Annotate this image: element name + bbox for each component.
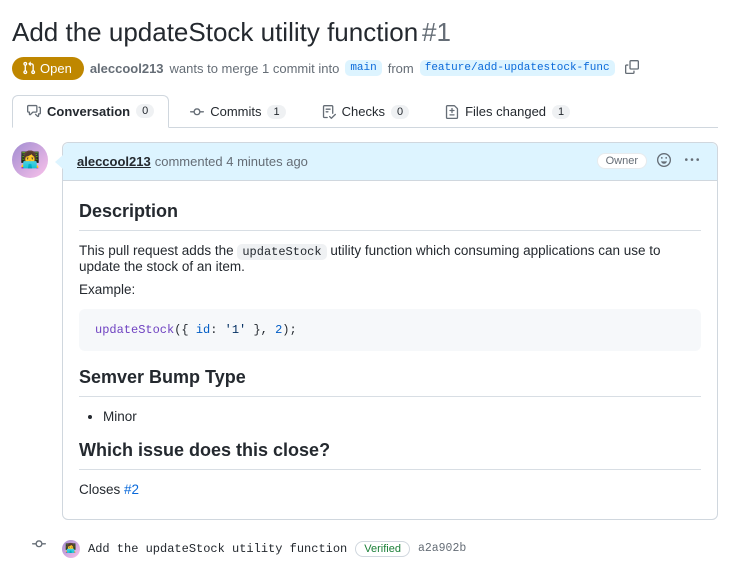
git-pull-request-icon bbox=[22, 61, 36, 75]
code-example: updateStock({ id: '1' }, 2); bbox=[79, 309, 701, 351]
tab-bar: Conversation 0 Commits 1 Checks 0 Files … bbox=[12, 94, 718, 128]
comment-body: Description This pull request adds the u… bbox=[63, 181, 717, 519]
semver-list: Minor bbox=[103, 409, 701, 424]
tab-label: Files changed bbox=[465, 104, 546, 119]
file-diff-icon bbox=[445, 105, 459, 119]
comment-card: aleccool213 commented 4 minutes ago Owne… bbox=[62, 142, 718, 520]
list-item: Minor bbox=[103, 409, 701, 424]
closes-issue-link[interactable]: #2 bbox=[124, 482, 139, 497]
git-commit-icon bbox=[190, 105, 204, 119]
merge-text-from: from bbox=[388, 61, 414, 76]
tab-files-changed[interactable]: Files changed 1 bbox=[430, 95, 585, 128]
comment-time: commented 4 minutes ago bbox=[155, 154, 308, 169]
pr-number: #1 bbox=[422, 17, 451, 47]
tab-count: 0 bbox=[136, 104, 154, 118]
tab-count: 0 bbox=[391, 105, 409, 119]
avatar[interactable]: 👩‍💻 bbox=[12, 142, 48, 178]
pr-title: Add the updateStock utility function bbox=[12, 17, 418, 47]
section-heading-issue: Which issue does this close? bbox=[79, 440, 701, 470]
add-reaction-icon[interactable] bbox=[653, 151, 675, 172]
tab-label: Checks bbox=[342, 104, 385, 119]
tab-count: 1 bbox=[267, 105, 285, 119]
git-commit-icon bbox=[32, 537, 46, 551]
tab-checks[interactable]: Checks 0 bbox=[307, 95, 424, 128]
owner-badge: Owner bbox=[597, 153, 647, 169]
closes-paragraph: Closes #2 bbox=[79, 482, 701, 497]
copy-branch-icon[interactable] bbox=[621, 58, 643, 79]
commit-sha[interactable]: a2a902b bbox=[418, 542, 466, 555]
tab-commits[interactable]: Commits 1 bbox=[175, 95, 300, 128]
tab-count: 1 bbox=[552, 105, 570, 119]
checklist-icon bbox=[322, 105, 336, 119]
pr-state-label: Open bbox=[40, 61, 72, 76]
commit-message[interactable]: Add the updateStock utility function bbox=[88, 542, 347, 556]
example-label: Example: bbox=[79, 282, 701, 297]
tab-label: Conversation bbox=[47, 104, 130, 119]
description-paragraph: This pull request adds the updateStock u… bbox=[79, 243, 701, 274]
pr-author-link[interactable]: aleccool213 bbox=[90, 61, 164, 76]
section-heading-semver: Semver Bump Type bbox=[79, 367, 701, 397]
base-branch-chip[interactable]: main bbox=[345, 60, 381, 76]
comment-author-link[interactable]: aleccool213 bbox=[77, 154, 151, 169]
comment-discussion-icon bbox=[27, 104, 41, 118]
tab-label: Commits bbox=[210, 104, 261, 119]
head-branch-chip[interactable]: feature/add-updatestock-func bbox=[420, 60, 615, 76]
verified-badge[interactable]: Verified bbox=[355, 541, 410, 557]
tab-conversation[interactable]: Conversation 0 bbox=[12, 95, 169, 128]
avatar[interactable]: 👩‍💻 bbox=[62, 540, 80, 558]
pr-state-badge: Open bbox=[12, 57, 84, 80]
section-heading-description: Description bbox=[79, 201, 701, 231]
merge-text: wants to merge 1 commit into bbox=[170, 61, 340, 76]
kebab-menu-icon[interactable] bbox=[681, 151, 703, 172]
